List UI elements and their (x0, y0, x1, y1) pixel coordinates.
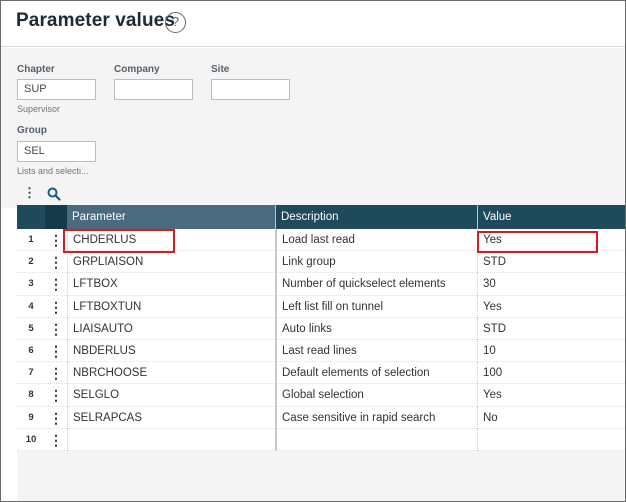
page-header: Parameter values ? (1, 1, 625, 47)
row-number: 10 (25, 433, 37, 445)
parameter-cell[interactable]: NBRCHOOSE (67, 362, 275, 385)
menu-dots-icon[interactable]: ⋮ (23, 186, 36, 200)
description-cell: Number of quickselect elements (275, 273, 477, 296)
table-row[interactable]: 6 ⋮ NBDERLUS Last read lines 10 (17, 340, 625, 363)
row-menu-icon[interactable]: ⋮ (45, 251, 67, 273)
description-cell: Last read lines (275, 340, 477, 363)
site-field[interactable] (211, 79, 290, 100)
chapter-field[interactable]: SUP (17, 79, 96, 100)
table-row[interactable]: 9 ⋮ SELRAPCAS Case sensitive in rapid se… (17, 406, 625, 429)
company-field[interactable] (114, 79, 193, 100)
description-cell: Left list fill on tunnel (275, 295, 477, 318)
table-row[interactable]: 10 ⋮ (17, 428, 625, 451)
description-cell: Load last read (275, 229, 477, 252)
row-menu-header (45, 205, 67, 229)
grid-header: Parameter Description Value (17, 205, 625, 229)
company-label: Company (114, 64, 160, 75)
value-column-header[interactable]: Value (477, 205, 625, 229)
row-menu-icon[interactable]: ⋮ (45, 273, 67, 295)
row-number-header (17, 205, 45, 229)
row-menu-icon[interactable]: ⋮ (45, 362, 67, 384)
description-column-header[interactable]: Description (275, 205, 477, 229)
search-icon[interactable] (47, 187, 61, 201)
description-cell: Auto links (275, 317, 477, 340)
parameter-cell[interactable]: LFTBOX (67, 273, 275, 296)
table-row[interactable]: 3 ⋮ LFTBOX Number of quickselect element… (17, 273, 625, 296)
row-number: 2 (28, 256, 34, 268)
grid-toolbar: ⋮ (1, 183, 625, 205)
parameter-cell[interactable]: LIAISAUTO (67, 317, 275, 340)
row-menu-icon[interactable]: ⋮ (45, 429, 67, 451)
value-cell[interactable]: No (477, 406, 625, 429)
site-label: Site (211, 64, 230, 75)
description-cell (275, 428, 477, 451)
highlight-box-value (477, 231, 598, 253)
page-title: Parameter values (16, 10, 175, 31)
parameter-cell[interactable]: SELGLO (67, 384, 275, 407)
chapter-label: Chapter (17, 64, 55, 75)
row-menu-icon[interactable]: ⋮ (45, 296, 67, 318)
parameter-column-header[interactable]: Parameter (67, 205, 275, 229)
row-number: 5 (28, 322, 34, 334)
table-row[interactable]: 4 ⋮ LFTBOXTUN Left list fill on tunnel Y… (17, 295, 625, 318)
value-cell[interactable]: STD (477, 317, 625, 340)
help-icon[interactable]: ? (165, 12, 186, 33)
table-row[interactable]: 2 ⋮ GRPLIAISON Link group STD (17, 251, 625, 274)
group-hint: Lists and selecti... (17, 166, 89, 176)
row-number: 7 (28, 367, 34, 379)
value-cell[interactable]: Yes (477, 295, 625, 318)
value-cell[interactable]: 100 (477, 362, 625, 385)
table-row[interactable]: 7 ⋮ NBRCHOOSE Default elements of select… (17, 362, 625, 385)
row-menu-icon[interactable]: ⋮ (45, 340, 67, 362)
row-number: 3 (28, 278, 34, 290)
parameter-cell[interactable]: LFTBOXTUN (67, 295, 275, 318)
description-cell: Case sensitive in rapid search (275, 406, 477, 429)
row-number: 8 (28, 389, 34, 401)
table-row[interactable]: 5 ⋮ LIAISAUTO Auto links STD (17, 317, 625, 340)
parameter-cell[interactable]: GRPLIAISON (67, 251, 275, 274)
value-cell[interactable]: 10 (477, 340, 625, 363)
row-number: 6 (28, 345, 34, 356)
chapter-hint: Supervisor (17, 104, 61, 114)
row-number: 9 (28, 411, 34, 423)
row-number: 1 (28, 234, 34, 245)
value-cell[interactable] (477, 428, 625, 451)
parameter-cell[interactable]: NBDERLUS (67, 340, 275, 363)
row-menu-icon[interactable]: ⋮ (45, 318, 67, 340)
description-cell: Default elements of selection (275, 362, 477, 385)
row-menu-icon[interactable]: ⋮ (45, 384, 67, 406)
parameter-cell[interactable]: SELRAPCAS (67, 406, 275, 429)
parameter-cell[interactable] (67, 428, 275, 451)
group-field[interactable]: SEL (17, 141, 96, 162)
description-cell: Global selection (275, 384, 477, 407)
grid-body: 1 ⋮ CHDERLUS Load last read Yes 2 ⋮ GRPL… (17, 229, 625, 451)
value-cell[interactable]: STD (477, 251, 625, 274)
row-menu-icon[interactable]: ⋮ (45, 407, 67, 429)
value-cell[interactable]: 30 (477, 273, 625, 296)
highlight-box-parameter (63, 229, 175, 253)
group-label: Group (17, 125, 47, 136)
description-cell: Link group (275, 251, 477, 274)
row-number: 4 (28, 300, 34, 312)
value-cell[interactable]: Yes (477, 384, 625, 407)
table-row[interactable]: 8 ⋮ SELGLO Global selection Yes (17, 384, 625, 407)
